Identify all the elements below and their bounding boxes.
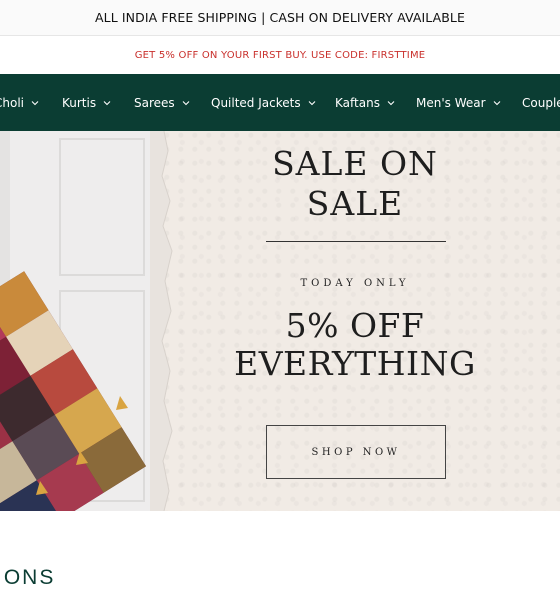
chevron-down-icon (308, 100, 315, 105)
announcement-text: ALL INDIA FREE SHIPPING | CASH ON DELIVE… (95, 10, 465, 25)
hero-offer-headline: 5% OFF EVERYTHING (150, 307, 560, 383)
hero-product-image (0, 131, 158, 511)
nav-item-label: Choli (0, 95, 24, 110)
nav-item-label: Kurtis (62, 95, 97, 110)
hero-divider (266, 241, 446, 242)
nav-item-kurtis[interactable]: Kurtis (62, 74, 111, 131)
nav-item-quilted-jackets[interactable]: Quilted Jackets (211, 74, 316, 131)
chevron-down-icon (493, 100, 500, 105)
nav-item-couple[interactable]: Couple (522, 74, 560, 131)
nav-item-label: Couple (522, 95, 560, 110)
nav-item-label: Men's Wear (416, 95, 486, 110)
nav-item-kaftans[interactable]: Kaftans (335, 74, 395, 131)
promo-text: GET 5% OFF ON YOUR FIRST BUY. USE CODE: … (134, 49, 426, 61)
hero-tagline: TODAY ONLY (300, 278, 410, 289)
hero-offer-line2: EVERYTHING (234, 344, 476, 383)
chevron-down-icon (103, 100, 111, 105)
nav-item-sarees[interactable]: Sarees (134, 74, 190, 131)
main-nav: Choli Kurtis Sarees Quilted Jackets Kaft… (0, 74, 560, 131)
hero-offer-line1: 5% OFF (285, 306, 425, 345)
nav-item-label: Quilted Jackets (211, 95, 301, 110)
hero-banner[interactable]: SALE ON SALE TODAY ONLY 5% OFF EVERYTHIN… (0, 131, 560, 511)
hero-line1: SALE ON (272, 144, 438, 183)
shop-now-button[interactable]: SHOP NOW (266, 425, 446, 479)
chevron-down-icon (387, 100, 395, 105)
chevron-down-icon (31, 100, 39, 105)
shop-now-label: SHOP NOW (311, 446, 401, 458)
nav-item-mens-wear[interactable]: Men's Wear (416, 74, 501, 131)
chevron-down-icon (182, 100, 190, 105)
hero-sale-headline: SALE ON SALE (150, 144, 560, 224)
section-title: IONS (0, 566, 56, 589)
nav-item-label: Kaftans (335, 95, 380, 110)
quilt-photo-illustration (0, 131, 158, 511)
hero-line2: SALE (306, 184, 404, 223)
announcement-bar: ALL INDIA FREE SHIPPING | CASH ON DELIVE… (0, 0, 560, 36)
nav-item-label: Sarees (134, 95, 175, 110)
promo-bar: GET 5% OFF ON YOUR FIRST BUY. USE CODE: … (0, 36, 560, 74)
nav-item-choli[interactable]: Choli (0, 74, 39, 131)
